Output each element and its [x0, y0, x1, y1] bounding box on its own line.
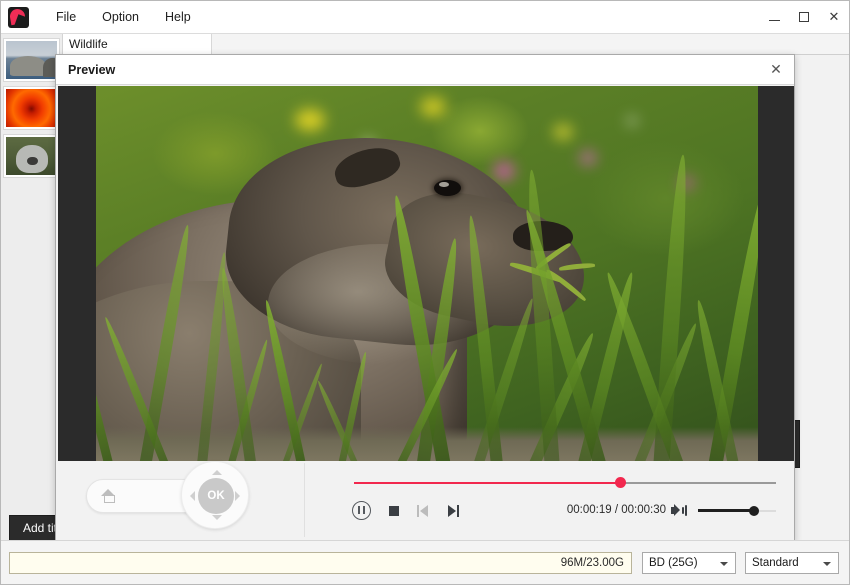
- controls-divider: [304, 463, 305, 537]
- previous-icon[interactable]: [417, 504, 429, 517]
- video-frame: [96, 86, 758, 461]
- time-readout: 00:00:19 / 00:00:30: [566, 504, 666, 516]
- disc-type-select[interactable]: BD (25G): [642, 551, 736, 574]
- volume-fill: [698, 509, 755, 512]
- preview-dialog: Preview ✕ OK 00:00:19 / 00:00:30: [55, 54, 795, 542]
- dpad-up-icon[interactable]: [212, 470, 222, 475]
- seek-slider[interactable]: [354, 477, 776, 488]
- preview-dialog-header: Preview ✕: [56, 55, 794, 85]
- disc-type-value: BD (25G): [649, 556, 698, 569]
- pause-icon[interactable]: [352, 501, 371, 520]
- thumbnail-rail: [1, 34, 63, 540]
- tab-strip: Wildlife: [63, 34, 849, 55]
- quality-select[interactable]: Standard: [745, 551, 839, 574]
- home-icon[interactable]: [101, 489, 116, 503]
- thumbnail-koala[interactable]: [3, 134, 60, 178]
- video-stage[interactable]: [58, 86, 794, 461]
- capacity-bar[interactable]: 96M/23.00G: [9, 551, 632, 574]
- volume-slider[interactable]: [698, 505, 776, 516]
- volume-handle[interactable]: [749, 505, 760, 516]
- add-title-button-area: Add title: [1, 512, 63, 540]
- dpad-down-icon[interactable]: [212, 515, 222, 520]
- menu-item-file[interactable]: File: [43, 5, 89, 29]
- seek-handle[interactable]: [614, 477, 626, 488]
- dpad-right-icon[interactable]: [235, 491, 240, 501]
- status-bar: 96M/23.00G BD (25G) Standard: [1, 540, 849, 584]
- dpad-control[interactable]: OK: [181, 461, 249, 529]
- ok-button[interactable]: OK: [198, 478, 234, 514]
- next-icon[interactable]: [447, 504, 459, 517]
- transport-buttons: [352, 501, 459, 520]
- speaker-icon[interactable]: [671, 504, 687, 517]
- quality-value: Standard: [752, 556, 799, 569]
- stop-icon[interactable]: [389, 505, 399, 516]
- dpad-left-icon[interactable]: [190, 491, 195, 501]
- thumbnail-seals[interactable]: [3, 38, 60, 82]
- chevron-down-icon: [823, 561, 831, 566]
- tab-wildlife[interactable]: Wildlife: [63, 34, 212, 55]
- menu-item-help[interactable]: Help: [152, 5, 204, 29]
- menu-item-option[interactable]: Option: [89, 5, 152, 29]
- close-icon[interactable]: ✕: [819, 1, 849, 34]
- maximize-icon[interactable]: [789, 1, 819, 34]
- app-logo-icon: [8, 6, 29, 28]
- menu-bar: File Option Help: [43, 5, 204, 29]
- title-bar: File Option Help ✕: [1, 1, 849, 34]
- thumbnail-flower[interactable]: [3, 86, 60, 130]
- minimize-icon[interactable]: [759, 1, 789, 34]
- player-controls: OK 00:00:19 / 00:00:30: [58, 461, 794, 540]
- application-window: File Option Help ✕ Add title Wildlife Pr…: [0, 0, 850, 585]
- chevron-down-icon: [720, 561, 728, 566]
- close-icon[interactable]: ✕: [762, 57, 790, 83]
- preview-dialog-title: Preview: [68, 62, 116, 77]
- seek-fill: [354, 482, 620, 484]
- window-controls: ✕: [759, 1, 849, 34]
